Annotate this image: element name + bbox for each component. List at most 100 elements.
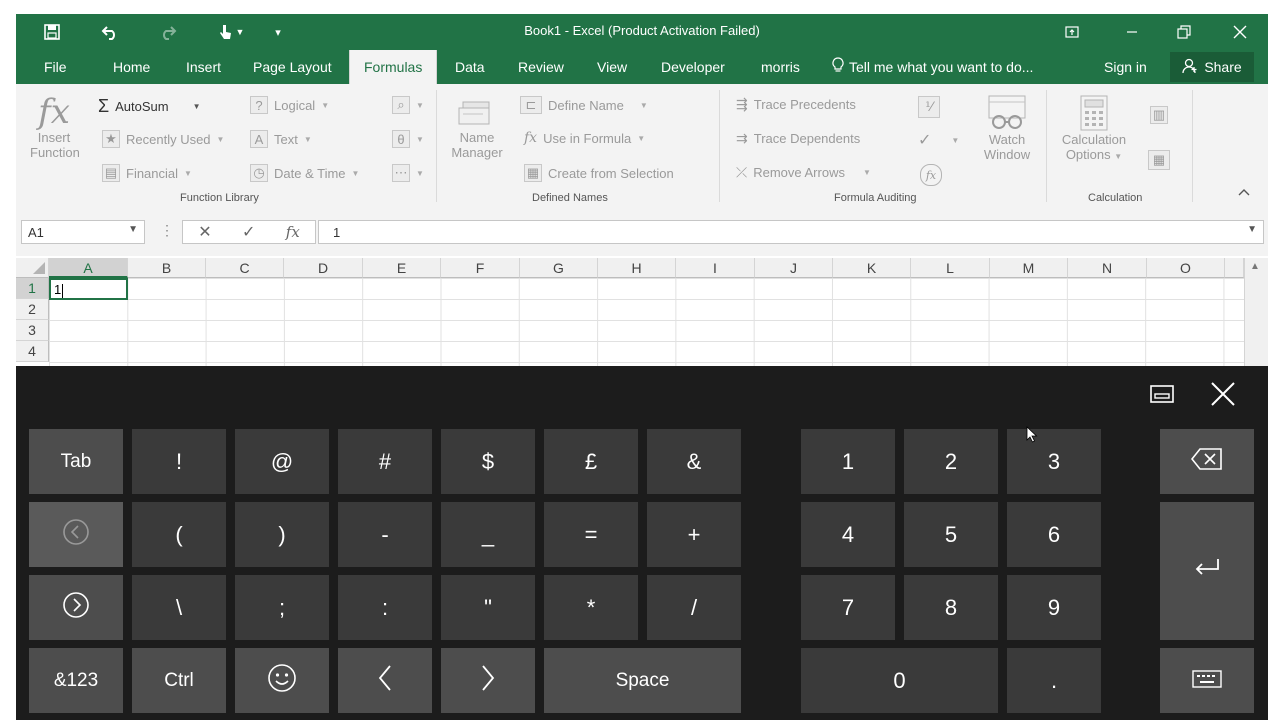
row-header-3[interactable]: 3 — [16, 320, 49, 341]
column-header-g[interactable]: G — [520, 258, 598, 278]
key-4[interactable]: 4 — [801, 502, 895, 567]
row-header-4[interactable]: 4 — [16, 341, 49, 362]
tab-developer[interactable]: Developer — [649, 50, 737, 84]
key-1[interactable]: 1 — [801, 429, 895, 494]
key-7[interactable]: 7 — [801, 575, 895, 640]
column-header-o[interactable]: O — [1147, 258, 1225, 278]
row-header-1[interactable]: 1 — [16, 278, 49, 299]
key-9[interactable]: 9 — [1007, 575, 1101, 640]
key-6[interactable]: 6 — [1007, 502, 1101, 567]
collapse-ribbon-icon[interactable] — [1238, 188, 1250, 196]
key-ampersand[interactable]: & — [647, 429, 741, 494]
key-colon[interactable]: : — [338, 575, 432, 640]
select-all-corner[interactable] — [16, 258, 49, 278]
key-left-arrow[interactable]: < — [338, 648, 432, 713]
key-pound[interactable]: £ — [544, 429, 638, 494]
trace-precedents-button[interactable]: ⇶ Trace Precedents — [736, 96, 856, 113]
calculation-options-button[interactable]: Calculation Options ▼ — [1054, 94, 1134, 162]
column-header-k[interactable]: K — [833, 258, 911, 278]
create-from-selection-button[interactable]: ▦ Create from Selection — [524, 164, 674, 182]
key-2[interactable]: 2 — [904, 429, 998, 494]
date-time-button[interactable]: ◷ Date & Time ▼ — [250, 164, 359, 182]
key-previous[interactable] — [29, 502, 123, 567]
minimize-icon[interactable] — [1114, 20, 1150, 44]
key-underscore[interactable]: _ — [441, 502, 535, 567]
key-dollar[interactable]: $ — [441, 429, 535, 494]
tab-insert[interactable]: Insert — [174, 50, 233, 84]
column-header-d[interactable]: D — [284, 258, 363, 278]
watch-window-button[interactable]: Watch Window — [978, 94, 1036, 162]
key-enter[interactable] — [1160, 502, 1254, 640]
close-window-icon[interactable] — [1222, 20, 1258, 44]
logical-button[interactable]: ? Logical ▼ — [250, 96, 329, 114]
remove-arrows-button[interactable]: ⤫ Remove Arrows ▼ — [736, 164, 871, 181]
financial-button[interactable]: ▤ Financial ▼ — [102, 164, 192, 182]
recently-used-button[interactable]: ★ Recently Used ▼ — [102, 130, 224, 148]
tell-me-box[interactable]: Tell me what you want to do... — [832, 50, 1033, 84]
tab-data[interactable]: Data — [443, 50, 497, 84]
key-open-paren[interactable]: ( — [132, 502, 226, 567]
column-header-h[interactable]: H — [598, 258, 676, 278]
tab-morris[interactable]: morris — [749, 50, 812, 84]
evaluate-formula-button[interactable]: fx — [920, 164, 942, 186]
restore-icon[interactable] — [1166, 20, 1202, 44]
sign-in-link[interactable]: Sign in — [1104, 50, 1147, 84]
column-header-b[interactable]: B — [128, 258, 206, 278]
cancel-icon[interactable]: ✕ — [198, 222, 211, 242]
formula-input[interactable]: 1 ▼ — [318, 220, 1264, 244]
tab-file[interactable]: File — [32, 50, 79, 84]
chevron-down-icon[interactable]: ▼ — [128, 224, 138, 235]
ribbon-display-icon[interactable] — [1054, 20, 1090, 44]
name-box[interactable]: A1 ▼ — [21, 220, 145, 244]
tab-review[interactable]: Review — [506, 50, 576, 84]
define-name-button[interactable]: ⊏ Define Name ▼ — [520, 96, 648, 114]
key-backspace[interactable] — [1160, 429, 1254, 494]
key-close-paren[interactable]: ) — [235, 502, 329, 567]
scroll-up-icon[interactable]: ▲ — [1250, 261, 1260, 272]
cell-area[interactable] — [49, 278, 1244, 368]
key-5[interactable]: 5 — [904, 502, 998, 567]
vertical-scrollbar[interactable]: ▲ — [1244, 258, 1268, 368]
dock-keyboard-icon[interactable] — [1146, 380, 1178, 408]
key-hash[interactable]: # — [338, 429, 432, 494]
key-space[interactable]: Space — [544, 648, 741, 713]
error-checking-button[interactable]: ✓ ▼ — [918, 130, 959, 150]
key-hyphen[interactable]: - — [338, 502, 432, 567]
column-header-i[interactable]: I — [676, 258, 755, 278]
key-slash[interactable]: / — [647, 575, 741, 640]
lookup-reference-button[interactable]: ⌕ ▼ — [392, 96, 424, 114]
math-trig-button[interactable]: θ ▼ — [392, 130, 424, 148]
column-header-c[interactable]: C — [206, 258, 284, 278]
tab-home[interactable]: Home — [101, 50, 162, 84]
column-header-f[interactable]: F — [441, 258, 520, 278]
row-header-2[interactable]: 2 — [16, 299, 49, 320]
key-decimal[interactable]: . — [1007, 648, 1101, 713]
share-button[interactable]: Share — [1170, 52, 1254, 82]
show-formulas-button[interactable]: ⅟ — [918, 96, 940, 118]
key-quote[interactable]: " — [441, 575, 535, 640]
expand-formula-icon[interactable]: ▼ — [1247, 224, 1257, 235]
key-right-arrow[interactable]: > — [441, 648, 535, 713]
key-plus[interactable]: + — [647, 502, 741, 567]
text-button[interactable]: A Text ▼ — [250, 130, 312, 148]
enter-check-icon[interactable]: ✓ — [242, 222, 255, 242]
key-keyboard-layout[interactable] — [1160, 648, 1254, 713]
key-at[interactable]: @ — [235, 429, 329, 494]
tab-view[interactable]: View — [585, 50, 639, 84]
key-0[interactable]: 0 — [801, 648, 998, 713]
close-keyboard-icon[interactable] — [1206, 378, 1240, 410]
tab-formulas[interactable]: Formulas — [349, 50, 438, 84]
column-header-l[interactable]: L — [911, 258, 990, 278]
insert-function-button[interactable]: fx Insert Function — [30, 94, 80, 160]
key-equals[interactable]: = — [544, 502, 638, 567]
autosum-button[interactable]: Σ AutoSum ▼ — [98, 96, 201, 117]
calculate-now-button[interactable]: ▥ — [1150, 106, 1168, 124]
key-semicolon[interactable]: ; — [235, 575, 329, 640]
active-cell-a1[interactable]: 1 — [49, 278, 128, 300]
key-8[interactable]: 8 — [904, 575, 998, 640]
formula-bar-grip-icon[interactable]: ⋮ — [160, 222, 174, 239]
key-3[interactable]: 3 — [1007, 429, 1101, 494]
use-in-formula-button[interactable]: fx Use in Formula ▼ — [524, 130, 645, 146]
key-ctrl[interactable]: Ctrl — [132, 648, 226, 713]
calculate-sheet-button[interactable]: ▦ — [1148, 150, 1170, 170]
